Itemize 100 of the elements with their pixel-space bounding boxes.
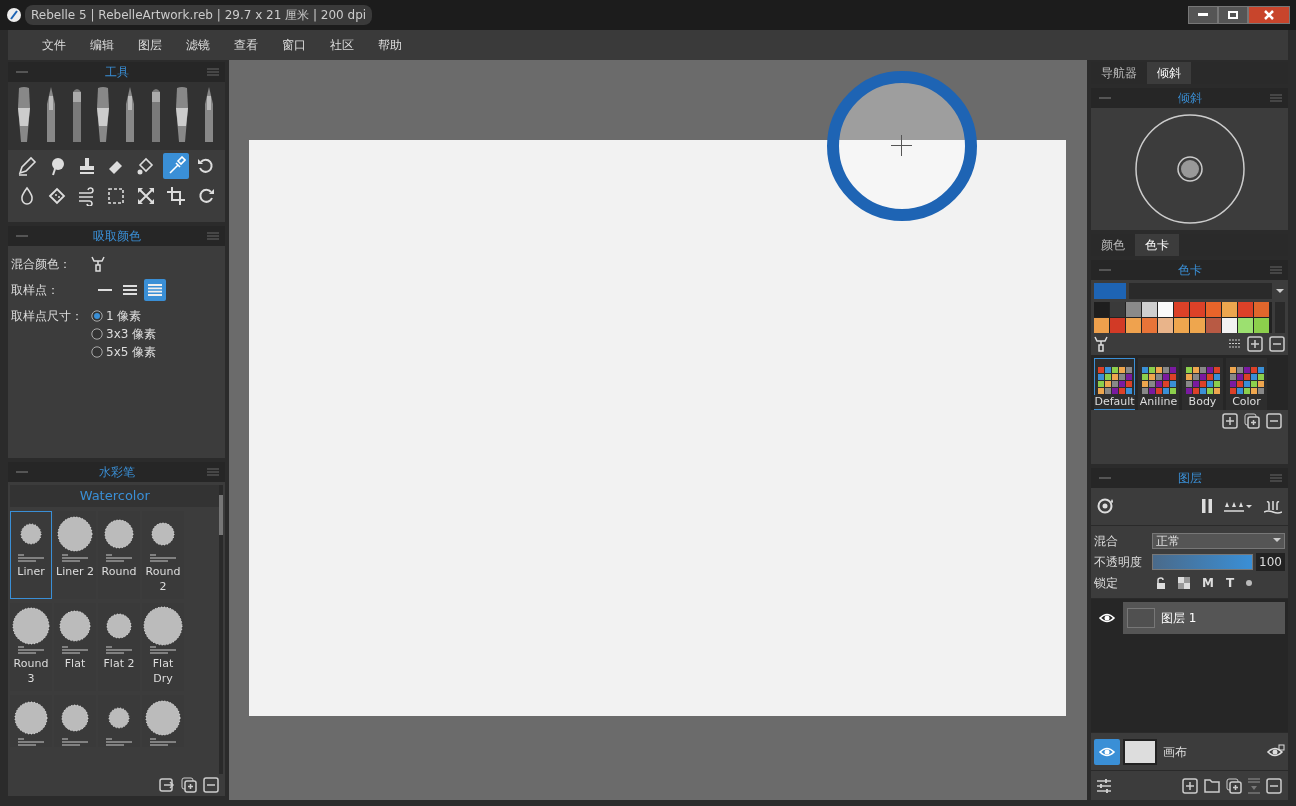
brush-set-dropdown[interactable]: Watercolor [10, 485, 220, 507]
drag-handle-icon[interactable] [1270, 265, 1282, 274]
duplicate-icon[interactable] [1226, 777, 1242, 794]
wet-eye-icon[interactable] [1097, 498, 1115, 514]
tool-button[interactable] [163, 153, 190, 179]
close-button[interactable] [1248, 6, 1290, 24]
drag-handle-icon[interactable] [207, 68, 219, 76]
expand-icon [136, 186, 157, 206]
drag-handle-icon[interactable] [1270, 473, 1282, 482]
dash-icon [16, 235, 28, 237]
close-icon [1264, 10, 1274, 20]
palette-thumbnail[interactable]: Aniline [1138, 357, 1179, 410]
radio-label[interactable]: 3x3 像素 [106, 325, 157, 343]
caret-icon[interactable] [1275, 287, 1285, 294]
crosshair-icon [891, 135, 912, 156]
color-swatch[interactable] [1254, 301, 1269, 317]
color-swatch[interactable] [1126, 317, 1141, 333]
caret-icon [1273, 538, 1281, 543]
layer-row[interactable]: 图层 1 [1123, 601, 1285, 634]
menu-item[interactable]: 图层 [126, 36, 174, 54]
panel-tab[interactable]: 色卡 [1135, 233, 1179, 256]
radio-icon[interactable] [91, 346, 103, 358]
blend-mode-dropdown[interactable]: 正常 [1152, 532, 1285, 549]
drag-handle-icon[interactable] [1270, 94, 1282, 102]
palette-thumbnail[interactable]: Body [1182, 357, 1223, 410]
tilt-dial-drawing[interactable] [1133, 112, 1246, 225]
color-swatch[interactable] [1206, 317, 1221, 333]
color-swatch[interactable] [1126, 301, 1141, 317]
color-swatch[interactable] [1174, 301, 1189, 317]
remove-icon[interactable] [203, 777, 219, 793]
color-swatch[interactable] [1190, 301, 1205, 317]
checker-icon[interactable] [1178, 576, 1190, 589]
radio-label[interactable]: 5x5 像素 [106, 343, 157, 361]
lock-icon[interactable] [1156, 576, 1166, 589]
color-swatch[interactable] [1206, 301, 1221, 317]
minimize-button[interactable] [1188, 6, 1218, 24]
menu-item[interactable]: 编辑 [78, 36, 126, 54]
brush-stroke-preview [11, 606, 51, 646]
menu-item[interactable]: 社区 [318, 36, 366, 54]
radio-icon[interactable] [91, 328, 103, 340]
color-swatch[interactable] [1238, 317, 1253, 333]
menu-item[interactable]: 查看 [222, 36, 270, 54]
color-swatch[interactable] [1110, 301, 1125, 317]
maximize-icon [1228, 11, 1238, 19]
duplicate-icon[interactable] [181, 777, 197, 793]
color-swatch[interactable] [1094, 317, 1109, 333]
color-swatch[interactable] [1254, 317, 1269, 333]
color-swatch[interactable] [1238, 301, 1253, 317]
panel-title: 图层 [1177, 469, 1202, 487]
current-color-swatch[interactable] [1094, 282, 1126, 299]
lock-toggle[interactable]: T [1225, 573, 1235, 592]
lock-label: 锁定 [1094, 574, 1119, 592]
color-swatch[interactable] [1222, 317, 1237, 333]
color-swatch[interactable] [1222, 301, 1237, 317]
remove-icon[interactable] [1269, 335, 1285, 352]
color-swatch[interactable] [1110, 317, 1125, 333]
palette-grid-drawing [1097, 366, 1132, 395]
opacity-value[interactable]: 100 [1256, 552, 1285, 571]
mixer-icon[interactable] [91, 256, 105, 272]
brush-preset[interactable]: Liner [10, 511, 52, 599]
visibility-toggle[interactable] [1094, 738, 1120, 765]
menu-item[interactable]: 文件 [30, 36, 78, 54]
dot-icon[interactable] [1246, 579, 1253, 586]
radio-icon[interactable] [91, 310, 103, 322]
add-icon[interactable] [1222, 412, 1238, 429]
sample-mode-button[interactable] [144, 279, 166, 301]
mixer-icon[interactable] [1094, 335, 1108, 352]
color-swatch[interactable] [1158, 301, 1173, 317]
sliders-icon[interactable] [1097, 778, 1111, 793]
maximize-button[interactable] [1218, 6, 1248, 24]
remove-icon[interactable] [1266, 412, 1282, 429]
drops-dropdown-icon[interactable] [1224, 500, 1252, 512]
color-swatch[interactable] [1142, 301, 1157, 317]
pause-icon[interactable] [1202, 499, 1212, 513]
color-swatch[interactable] [1158, 317, 1173, 333]
export-icon[interactable] [159, 777, 175, 793]
lock-toggle[interactable]: M [1202, 573, 1214, 592]
menu-item[interactable]: 窗口 [270, 36, 318, 54]
water-plant-icon[interactable] [1264, 498, 1282, 514]
color-swatch[interactable] [1142, 317, 1157, 333]
radio-label[interactable]: 1 像素 [106, 307, 142, 325]
opacity-label: 不透明度 [1094, 553, 1143, 571]
color-swatch[interactable] [1174, 317, 1189, 333]
drag-handle-icon[interactable] [207, 468, 219, 476]
add-icon[interactable] [1182, 777, 1198, 794]
color-swatch[interactable] [1094, 301, 1109, 317]
panel-tab[interactable]: 倾斜 [1147, 62, 1191, 84]
color-swatch[interactable] [1190, 317, 1205, 333]
menu-item[interactable]: 帮助 [366, 36, 414, 54]
drag-handle-icon[interactable] [207, 232, 219, 240]
opacity-slider[interactable] [1153, 554, 1253, 569]
folder-icon[interactable] [1204, 778, 1220, 793]
add-icon[interactable] [1247, 335, 1263, 352]
duplicate-icon[interactable] [1244, 412, 1260, 429]
grid-icon[interactable] [1229, 339, 1241, 349]
remove-icon[interactable] [1266, 777, 1282, 794]
palette-thumbnail[interactable]: Color [1226, 357, 1267, 410]
palette-thumbnail[interactable]: Default [1094, 357, 1135, 410]
menu-item[interactable]: 滤镜 [174, 36, 222, 54]
merge-down-icon[interactable] [1248, 777, 1260, 794]
